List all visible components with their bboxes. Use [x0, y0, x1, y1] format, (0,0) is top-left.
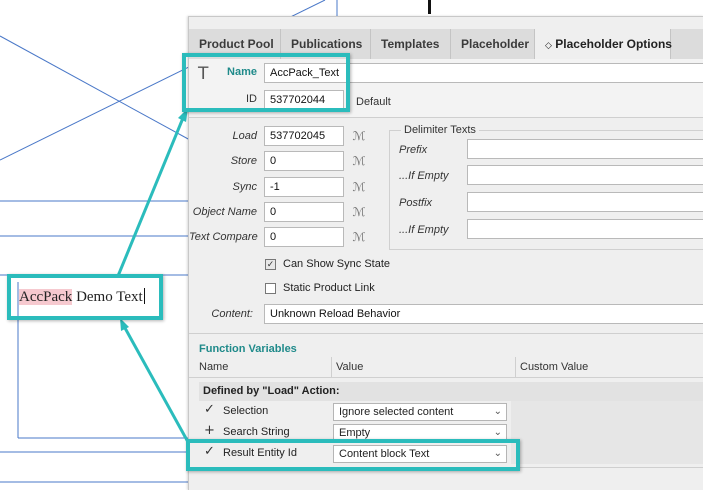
- annotation-arrows: [116, 108, 190, 443]
